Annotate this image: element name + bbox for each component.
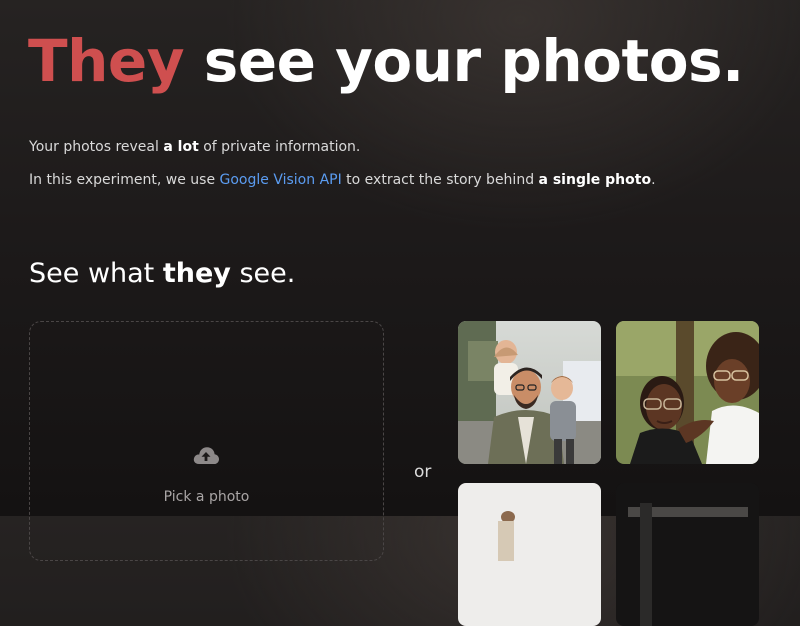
sample-photo-3-image: [458, 483, 601, 626]
intro-line-2-text-end: .: [651, 172, 656, 188]
sample-photo-4[interactable]: [616, 483, 759, 626]
section-title-emphasis: they: [162, 258, 231, 289]
intro-line-1: Your photos reveal a lot of private info…: [29, 139, 360, 155]
section-title-end: see.: [230, 258, 296, 289]
section-title-start: See what: [29, 258, 163, 289]
intro-line-2-emphasis: a single photo: [538, 172, 652, 188]
photo-dropzone[interactable]: Pick a photo: [29, 321, 384, 561]
hero-title-highlight: They: [28, 27, 185, 95]
google-vision-api-link[interactable]: Google Vision API: [220, 172, 342, 188]
intro-line-1-emphasis: a lot: [163, 139, 199, 155]
intro-line-1-text: Your photos reveal: [29, 139, 164, 155]
sample-photo-4-image: [616, 483, 759, 626]
intro-line-2-text: In this experiment, we use: [29, 172, 220, 188]
intro-line-1-text-end: of private information.: [198, 139, 361, 155]
intro-line-2: In this experiment, we use Google Vision…: [29, 172, 656, 188]
section-title: See what they see.: [29, 258, 295, 289]
pick-photo-label: Pick a photo: [163, 489, 250, 505]
sample-photo-3[interactable]: [458, 483, 601, 626]
sample-photo-couple[interactable]: [616, 321, 759, 464]
sample-photo-couple-image: [616, 321, 759, 464]
cloud-upload-icon: [193, 447, 219, 464]
hero-title: They see your photos.: [28, 27, 744, 95]
sample-photo-family[interactable]: [458, 321, 601, 464]
intro-line-2-text-middle: to extract the story behind: [341, 172, 539, 188]
sample-photo-family-image: [458, 321, 601, 464]
hero-title-rest: see your photos.: [203, 27, 744, 95]
or-separator: or: [414, 462, 432, 482]
